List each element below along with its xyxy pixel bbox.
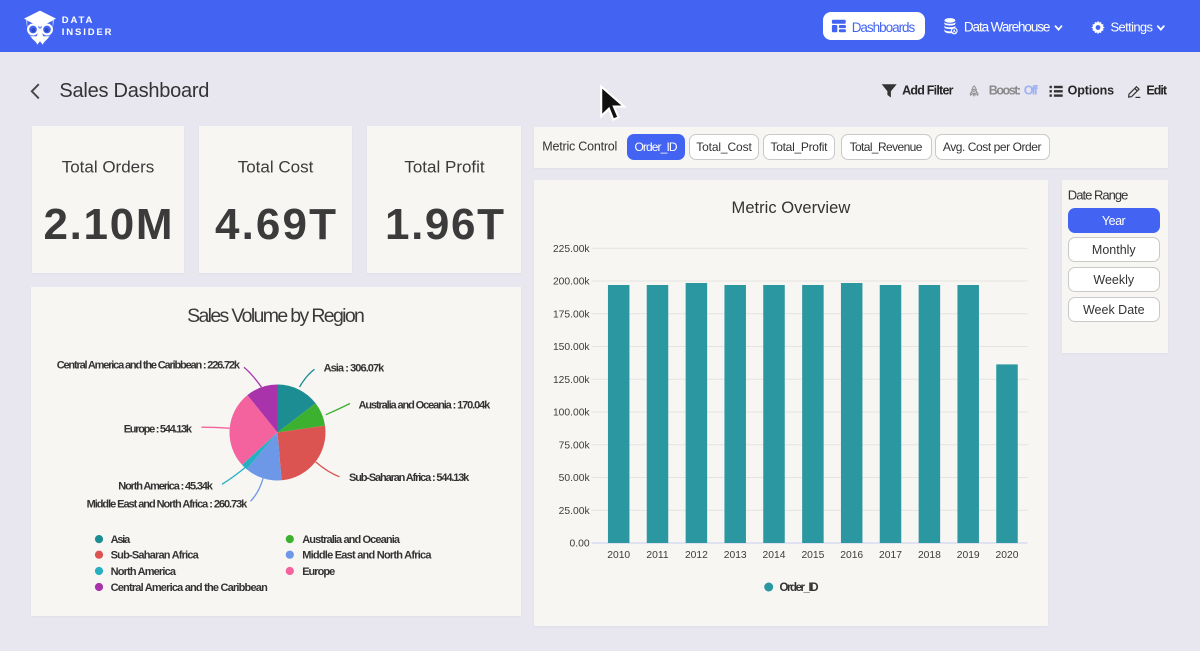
svg-text:Sub-Saharan Africa: Sub-Saharan Africa <box>111 550 200 562</box>
svg-text:Dashboards: Dashboards <box>852 20 916 35</box>
svg-text:Week Date: Week Date <box>1083 303 1145 317</box>
svg-text:Data Warehouse: Data Warehouse <box>964 20 1051 35</box>
svg-text:125.00k: 125.00k <box>553 375 590 386</box>
svg-text:Australia and Oceania: Australia and Oceania <box>302 534 401 546</box>
svg-text:Sales Dashboard: Sales Dashboard <box>59 80 209 102</box>
svg-text:INSIDER: INSIDER <box>62 27 114 38</box>
svg-text:2.10M: 2.10M <box>44 200 173 249</box>
svg-text:Total_Cost: Total_Cost <box>696 140 752 154</box>
svg-text:2017: 2017 <box>879 550 902 561</box>
svg-text:2013: 2013 <box>724 550 747 561</box>
svg-text:Options: Options <box>1068 84 1115 98</box>
svg-text:Monthly: Monthly <box>1092 243 1137 257</box>
svg-text:Sub-Saharan Africa : 544.13k: Sub-Saharan Africa : 544.13k <box>349 472 470 484</box>
svg-text:Off: Off <box>1024 84 1039 98</box>
svg-text:Australia and Oceania : 170.04: Australia and Oceania : 170.04k <box>359 399 492 411</box>
svg-text:Avg. Cost per Order: Avg. Cost per Order <box>943 140 1042 154</box>
svg-text:2020: 2020 <box>996 550 1019 561</box>
svg-text:Edit: Edit <box>1146 84 1168 98</box>
svg-text:Settings: Settings <box>1111 20 1154 35</box>
svg-text:0.00: 0.00 <box>570 539 590 550</box>
svg-text:4.69T: 4.69T <box>215 200 336 249</box>
svg-text:Total_Revenue: Total_Revenue <box>850 140 923 154</box>
svg-text:150.00k: 150.00k <box>553 342 590 353</box>
svg-text:DATA: DATA <box>62 15 95 26</box>
svg-text:Central America and the Caribb: Central America and the Caribbean : 226.… <box>57 359 241 371</box>
svg-text:2015: 2015 <box>801 550 824 561</box>
svg-text:50.00k: 50.00k <box>559 473 591 484</box>
svg-text:2011: 2011 <box>646 550 668 561</box>
svg-text:Asia : 306.07k: Asia : 306.07k <box>324 363 386 375</box>
svg-text:Sales Volume by Region: Sales Volume by Region <box>187 305 365 327</box>
svg-text:Middle East and North Africa :: Middle East and North Africa : 260.73k <box>87 499 249 511</box>
svg-text:Order_ID: Order_ID <box>634 140 677 154</box>
svg-text:Europe: Europe <box>302 566 335 578</box>
svg-text:1.96T: 1.96T <box>385 200 504 249</box>
svg-text:Middle East and North Africa: Middle East and North Africa <box>302 550 432 562</box>
svg-text:75.00k: 75.00k <box>559 441 591 452</box>
svg-text:Central America and the Caribb: Central America and the Caribbean <box>111 582 268 594</box>
svg-text:225.00k: 225.00k <box>553 244 590 255</box>
svg-text:Metric Control: Metric Control <box>542 140 617 154</box>
svg-text:Order_ID: Order_ID <box>780 582 819 594</box>
svg-text:Boost:: Boost: <box>989 84 1021 98</box>
svg-text:Add Filter: Add Filter <box>902 84 954 98</box>
svg-text:2018: 2018 <box>918 550 941 561</box>
svg-text:Year: Year <box>1102 214 1126 228</box>
svg-text:Weekly: Weekly <box>1093 273 1135 287</box>
svg-text:2019: 2019 <box>957 550 980 561</box>
svg-text:2014: 2014 <box>763 550 786 561</box>
svg-text:175.00k: 175.00k <box>553 310 590 321</box>
svg-text:Date Range: Date Range <box>1068 188 1129 203</box>
svg-text:Total Cost: Total Cost <box>238 158 314 177</box>
svg-text:Europe : 544.13k: Europe : 544.13k <box>124 424 193 436</box>
svg-text:2012: 2012 <box>685 550 708 561</box>
svg-text:Total Orders: Total Orders <box>62 158 155 177</box>
svg-text:Total_Profit: Total_Profit <box>771 140 829 154</box>
svg-text:North America : 45.34k: North America : 45.34k <box>118 481 213 493</box>
svg-text:Asia: Asia <box>111 534 131 546</box>
svg-text:200.00k: 200.00k <box>553 277 590 288</box>
svg-text:100.00k: 100.00k <box>553 408 590 419</box>
svg-text:North America: North America <box>111 566 177 578</box>
svg-text:25.00k: 25.00k <box>559 506 591 517</box>
svg-text:2016: 2016 <box>840 550 863 561</box>
svg-text:2010: 2010 <box>607 550 630 561</box>
svg-text:Total Profit: Total Profit <box>404 158 485 177</box>
svg-text:Metric Overview: Metric Overview <box>732 199 851 217</box>
